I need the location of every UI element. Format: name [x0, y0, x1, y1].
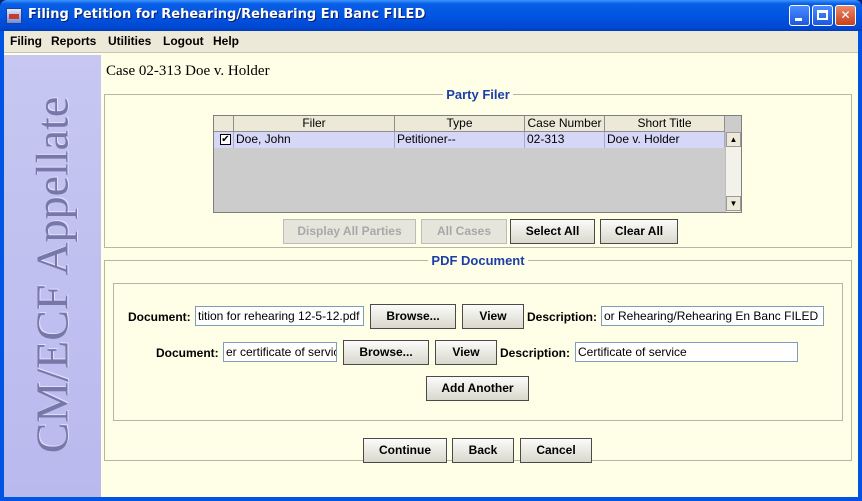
description-field[interactable]: Certificate of service [575, 342, 798, 362]
cell-short-title: Doe v. Holder [605, 132, 725, 148]
view-button[interactable]: View [435, 340, 497, 365]
column-header-select [214, 116, 234, 132]
display-all-parties-button[interactable]: Display All Parties [283, 219, 416, 244]
sidebar-banner: CM/ECF Appellate [4, 55, 101, 497]
pdf-document-group: PDF Document Document: tition for rehear… [104, 253, 852, 461]
description-label: Description: [500, 346, 571, 360]
column-header-case-number[interactable]: Case Number [525, 116, 605, 132]
window-title: Filing Petition for Rehearing/Rehearing … [28, 7, 426, 22]
menu-filing[interactable]: Filing [10, 34, 42, 48]
app-window: Filing Petition for Rehearing/Rehearing … [0, 0, 862, 501]
sidebar-logo-text: CM/ECF Appellate [26, 96, 78, 454]
column-header-type[interactable]: Type [395, 116, 525, 132]
menu-utilities[interactable]: Utilities [108, 34, 151, 48]
minimize-button[interactable] [789, 5, 810, 26]
column-header-filer[interactable]: Filer [234, 116, 395, 132]
browse-button[interactable]: Browse... [370, 304, 456, 329]
document-field[interactable]: er certificate of servic [223, 342, 337, 362]
case-title: Case 02-313 Doe v. Holder [106, 63, 270, 79]
table-scrollbar[interactable]: ▲ ▼ [725, 132, 741, 212]
scroll-up-icon[interactable]: ▲ [726, 132, 741, 147]
document-label: Document: [128, 310, 191, 324]
pdf-document-legend: PDF Document [428, 253, 528, 268]
browse-button[interactable]: Browse... [343, 340, 429, 365]
table-header: Filer Type Case Number Short Title [214, 116, 725, 132]
menu-reports[interactable]: Reports [51, 34, 96, 48]
party-filer-group: Party Filer Filer Type Case Number Short… [104, 87, 852, 248]
title-bar[interactable]: Filing Petition for Rehearing/Rehearing … [0, 0, 862, 31]
app-icon [6, 8, 22, 24]
party-filer-legend: Party Filer [443, 87, 513, 102]
scroll-down-icon[interactable]: ▼ [726, 196, 741, 211]
document-list-panel: Document: tition for rehearing 12-5-12.p… [113, 283, 843, 421]
close-icon: ✕ [840, 8, 851, 22]
close-button[interactable]: ✕ [835, 5, 856, 26]
client-area: Filing Reports Utilities Logout Help CM/… [4, 31, 858, 497]
add-another-button[interactable]: Add Another [426, 376, 529, 401]
continue-button[interactable]: Continue [363, 438, 447, 463]
row-select-checkbox[interactable]: ✔ [220, 134, 231, 145]
document-field[interactable]: tition for rehearing 12-5-12.pdf [195, 306, 364, 326]
maximize-icon [817, 10, 828, 20]
table-row[interactable]: ✔ Doe, John Petitioner-- 02-313 Doe v. H… [214, 132, 725, 148]
all-cases-button[interactable]: All Cases [421, 219, 507, 244]
description-label: Description: [527, 310, 598, 324]
cell-type: Petitioner-- [395, 132, 525, 148]
menu-logout[interactable]: Logout [163, 34, 204, 48]
clear-all-button[interactable]: Clear All [600, 219, 678, 244]
maximize-button[interactable] [812, 5, 833, 26]
menu-help[interactable]: Help [213, 34, 239, 48]
select-all-button[interactable]: Select All [510, 219, 595, 244]
back-button[interactable]: Back [452, 438, 514, 463]
party-table: Filer Type Case Number Short Title ✔ Doe… [213, 115, 742, 213]
minimize-icon [795, 18, 802, 21]
description-field[interactable]: or Rehearing/Rehearing En Banc FILED [601, 306, 824, 326]
cell-case-number: 02-313 [525, 132, 605, 148]
document-label: Document: [156, 346, 219, 360]
column-header-short-title[interactable]: Short Title [605, 116, 725, 132]
cell-filer: Doe, John [234, 132, 395, 148]
view-button[interactable]: View [462, 304, 524, 329]
menu-bar: Filing Reports Utilities Logout Help [4, 31, 858, 53]
cancel-button[interactable]: Cancel [520, 438, 592, 463]
